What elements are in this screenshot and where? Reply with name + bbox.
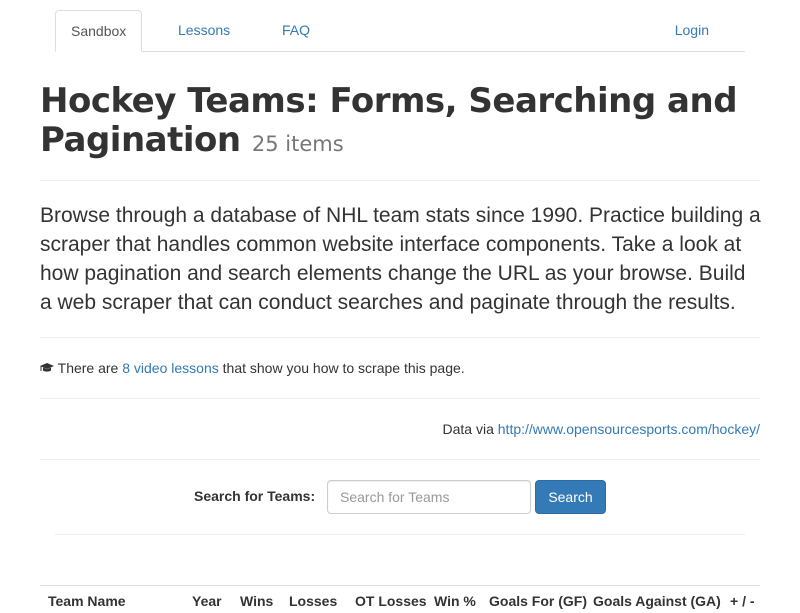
divider — [40, 398, 760, 399]
column-header-ot-losses: OT Losses — [355, 593, 427, 609]
table-top-border — [40, 585, 760, 586]
item-count: 25 items — [251, 132, 344, 156]
tab-sandbox[interactable]: Sandbox — [55, 10, 143, 52]
search-input[interactable] — [327, 480, 531, 514]
page-title-text: Hockey Teams: Forms, Searching and Pagin… — [40, 81, 738, 160]
data-source-link[interactable]: http://www.opensourcesports.com/hockey/ — [498, 421, 760, 437]
column-header-losses: Losses — [289, 593, 338, 609]
search-button[interactable]: Search — [535, 480, 606, 514]
lessons-prefix: There are — [57, 360, 119, 376]
divider — [40, 459, 760, 460]
table-header-row: Team Name Year Wins Losses OT Losses Win… — [40, 593, 760, 613]
nav-tabs: Sandbox Lessons FAQ Login — [55, 10, 745, 52]
column-header-goals-against: Goals Against (GA) — [593, 593, 721, 609]
divider — [55, 534, 745, 535]
search-label: Search for Teams: — [194, 488, 316, 504]
tab-lessons[interactable]: Lessons — [163, 10, 245, 51]
tab-faq[interactable]: FAQ — [267, 10, 325, 51]
graduation-cap-icon — [40, 360, 54, 374]
login-link[interactable]: Login — [660, 10, 724, 51]
column-header-win-pct: Win % — [434, 593, 476, 609]
column-header-wins: Wins — [240, 593, 274, 609]
column-header-goals-for: Goals For (GF) — [489, 593, 587, 609]
data-credit: Data via http://www.opensourcesports.com… — [443, 419, 760, 439]
column-header-plus-minus: + / - — [730, 593, 755, 609]
credit-prefix: Data via — [442, 421, 494, 437]
page-title: Hockey Teams: Forms, Searching and Pagin… — [40, 82, 760, 164]
divider — [40, 337, 760, 338]
video-lessons-link[interactable]: 8 video lessons — [122, 360, 219, 376]
lessons-note: There are 8 video lessons that show you … — [40, 358, 465, 378]
column-header-year: Year — [192, 593, 222, 609]
intro-text: Browse through a database of NHL team st… — [40, 204, 761, 314]
lessons-suffix: that show you how to scrape this page. — [222, 360, 465, 376]
column-header-team-name: Team Name — [48, 593, 126, 609]
divider — [40, 180, 760, 181]
